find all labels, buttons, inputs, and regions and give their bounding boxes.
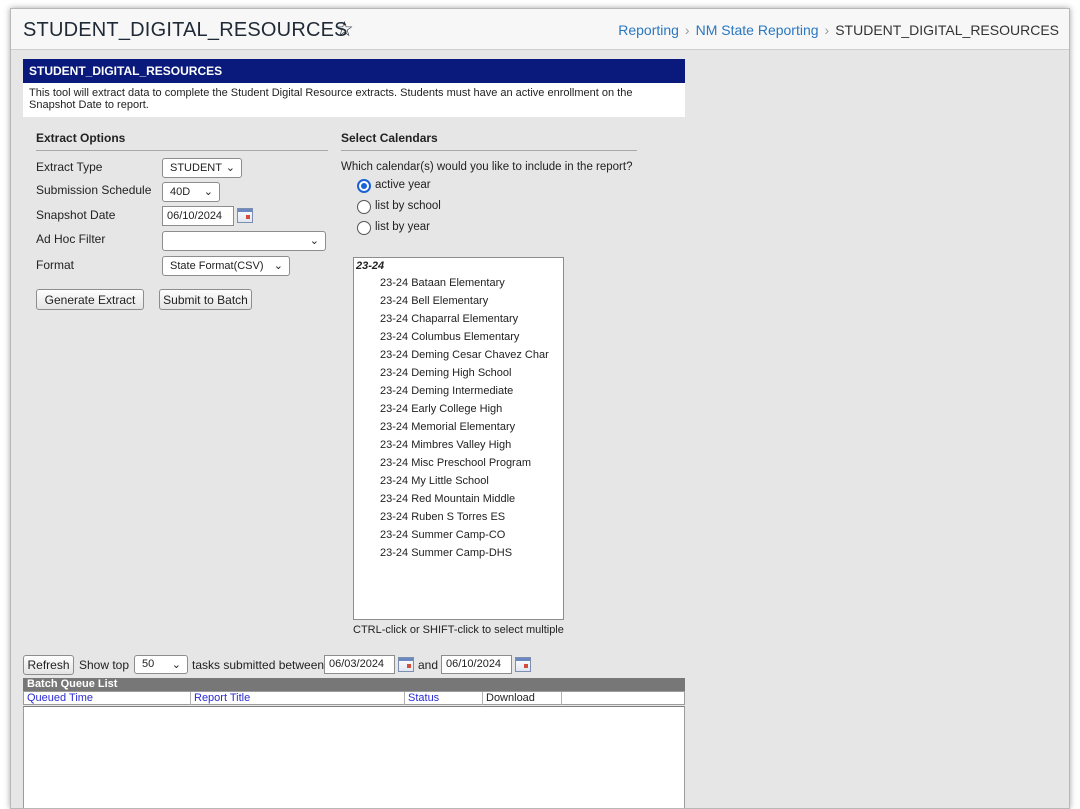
chevron-right-icon: › (684, 22, 690, 38)
list-item[interactable]: 23-24 Deming Intermediate (354, 382, 563, 400)
breadcrumb-current: STUDENT_DIGITAL_RESOURCES (835, 22, 1059, 38)
batch-end-date-input[interactable]: 06/10/2024 (441, 655, 512, 674)
submit-to-batch-button[interactable]: Submit to Batch (159, 289, 252, 310)
calendar-listbox[interactable]: 23-24 23-24 Bataan Elementary 23-24 Bell… (353, 257, 564, 620)
list-item[interactable]: 23-24 Deming Cesar Chavez Char (354, 346, 563, 364)
list-item[interactable]: 23-24 Ruben S Torres ES (354, 508, 563, 526)
extract-type-label: Extract Type (36, 160, 103, 174)
list-item[interactable]: 23-24 Summer Camp-DHS (354, 544, 563, 562)
panel-title: STUDENT_DIGITAL_RESOURCES (23, 59, 685, 83)
column-status[interactable]: Status (404, 692, 482, 705)
list-item[interactable]: 23-24 My Little School (354, 472, 563, 490)
panel-description: This tool will extract data to complete … (23, 83, 685, 117)
show-top-label: Show top (79, 658, 130, 672)
list-item[interactable]: 23-24 Deming High School (354, 364, 563, 382)
list-item[interactable]: 23-24 Chaparral Elementary (354, 310, 563, 328)
column-queued-time[interactable]: Queued Time (24, 692, 190, 705)
chevron-down-icon: ⌄ (171, 659, 181, 671)
list-item[interactable]: 23-24 Misc Preschool Program (354, 454, 563, 472)
and-label: and (418, 658, 439, 672)
page-title: STUDENT_DIGITAL_RESOURCES (23, 19, 348, 41)
column-report-title[interactable]: Report Title (190, 692, 404, 705)
list-item[interactable]: 23-24 Bell Elementary (354, 292, 563, 310)
radio-button[interactable] (357, 200, 371, 214)
chevron-down-icon: ⌄ (203, 186, 213, 198)
show-top-select[interactable]: 50 ⌄ (134, 655, 188, 674)
ad-hoc-filter-select[interactable]: ⌄ (162, 231, 326, 251)
format-value: State Format(CSV) (170, 260, 264, 272)
batch-queue-header: Queued Time Report Title Status Download (23, 691, 685, 705)
submission-schedule-select[interactable]: 40D ⌄ (162, 182, 220, 202)
radio-button[interactable] (357, 221, 371, 235)
show-top-value: 50 (142, 658, 155, 670)
extract-type-select[interactable]: STUDENT ⌄ (162, 158, 242, 178)
snapshot-date-label: Snapshot Date (36, 208, 116, 222)
batch-start-date-input[interactable]: 06/03/2024 (324, 655, 395, 674)
generate-extract-button[interactable]: Generate Extract (36, 289, 144, 310)
submission-schedule-value: 40D (170, 186, 191, 198)
radio-label: active year (375, 179, 431, 191)
format-label: Format (36, 258, 75, 272)
breadcrumb-nm-state-reporting[interactable]: NM State Reporting (696, 22, 819, 38)
format-select[interactable]: State Format(CSV) ⌄ (162, 256, 290, 276)
list-item[interactable]: 23-24 Bataan Elementary (354, 274, 563, 292)
batch-queue-title: Batch Queue List (23, 678, 685, 691)
calendar-icon[interactable] (515, 657, 531, 672)
list-item[interactable]: 23-24 Red Mountain Middle (354, 490, 563, 508)
list-item[interactable]: 23-24 Memorial Elementary (354, 418, 563, 436)
star-icon[interactable]: ☆ (335, 17, 354, 42)
chevron-down-icon: ⌄ (309, 235, 319, 247)
calendar-group-label: 23-24 (356, 260, 385, 272)
app-window: STUDENT_DIGITAL_RESOURCES ☆ Reporting › NM… (10, 8, 1070, 809)
batch-controls: Refresh Show top 50 ⌄ tasks submitted be… (23, 655, 685, 677)
column-download: Download (482, 692, 562, 705)
chevron-down-icon: ⌄ (225, 162, 235, 174)
submission-schedule-label: Submission Schedule (36, 183, 152, 197)
radio-label: list by school (375, 200, 441, 212)
breadcrumb-reporting[interactable]: Reporting (618, 22, 679, 38)
select-calendars-heading: Select Calendars (341, 131, 637, 151)
calendar-icon[interactable] (237, 208, 253, 223)
tasks-between-label: tasks submitted between (192, 658, 325, 672)
snapshot-date-input[interactable]: 06/10/2024 (162, 206, 234, 226)
list-item[interactable]: 23-24 Summer Camp-CO (354, 526, 563, 544)
top-bar: STUDENT_DIGITAL_RESOURCES ☆ Reporting › NM… (11, 9, 1069, 50)
list-item[interactable]: 23-24 Early College High (354, 400, 563, 418)
calendar-icon[interactable] (398, 657, 414, 672)
refresh-button[interactable]: Refresh (23, 655, 74, 675)
list-item[interactable]: 23-24 Mimbres Valley High (354, 436, 563, 454)
extract-type-value: STUDENT (170, 162, 222, 174)
list-item[interactable]: 23-24 Columbus Elementary (354, 328, 563, 346)
multi-select-hint: CTRL-click or SHIFT-click to select mult… (353, 624, 564, 636)
chevron-down-icon: ⌄ (273, 260, 283, 272)
chevron-right-icon: › (824, 22, 830, 38)
radio-label: list by year (375, 221, 430, 233)
ad-hoc-filter-label: Ad Hoc Filter (36, 232, 106, 246)
batch-queue-body (23, 706, 685, 808)
calendar-question: Which calendar(s) would you like to incl… (341, 161, 633, 173)
extract-options-heading: Extract Options (36, 131, 328, 151)
radio-button-checked[interactable] (357, 179, 371, 193)
breadcrumb: Reporting › NM State Reporting › STUDENT_DIG… (618, 22, 1059, 38)
